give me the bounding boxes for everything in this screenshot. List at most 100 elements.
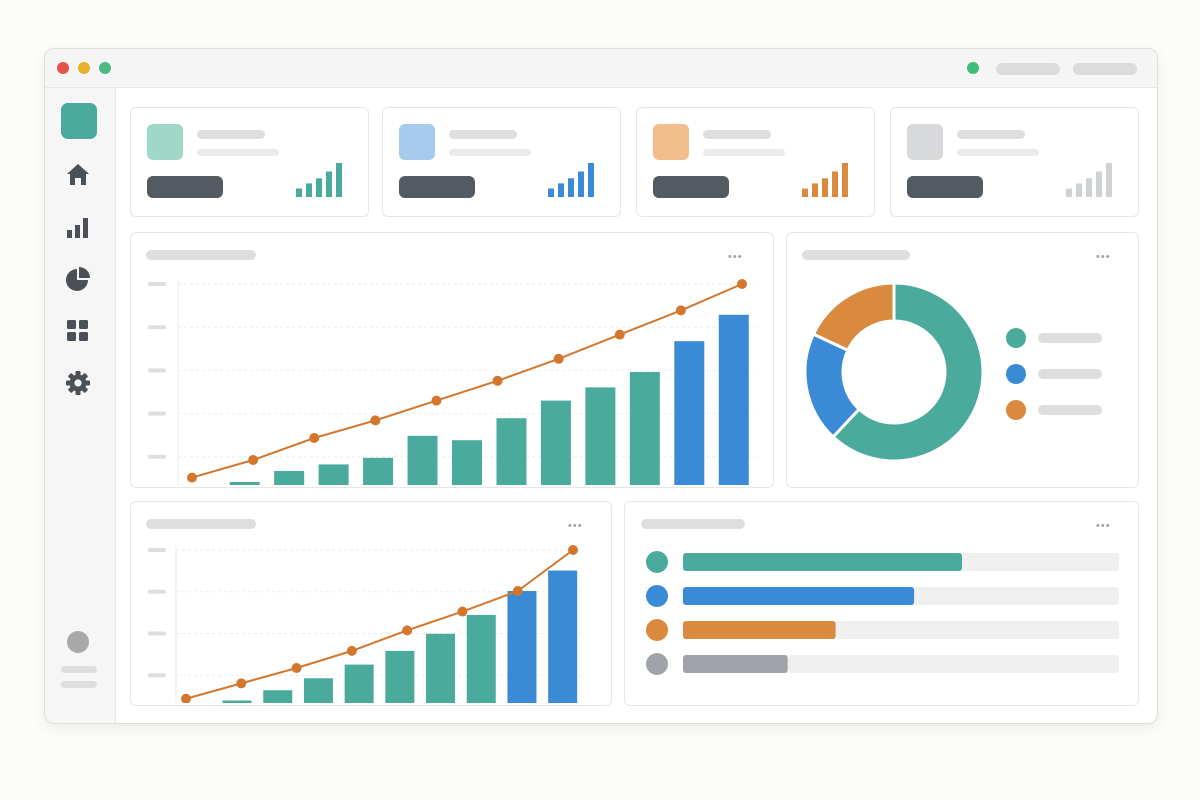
close-window-button[interactable] xyxy=(57,62,69,74)
main-chart-card: ••• xyxy=(130,232,774,488)
status-dot-icon xyxy=(967,62,979,74)
bar xyxy=(548,570,578,703)
donut-chart xyxy=(803,281,985,463)
bar xyxy=(718,314,749,485)
kpi-card[interactable] xyxy=(382,107,621,217)
bar xyxy=(629,372,660,485)
app-logo-icon[interactable] xyxy=(61,103,97,139)
bar-chart-icon[interactable] xyxy=(63,212,93,242)
sparkline-bar xyxy=(568,178,574,197)
y-tick-label-placeholder xyxy=(148,368,166,373)
home-icon[interactable] xyxy=(63,160,93,190)
y-tick-label-placeholder xyxy=(148,454,166,459)
legend-label-placeholder xyxy=(1038,369,1102,379)
y-tick-label-placeholder xyxy=(148,589,166,594)
progress-status-icon xyxy=(646,551,668,573)
combo-bar-line-chart xyxy=(148,279,756,485)
kpi-sparkline xyxy=(1066,163,1112,197)
donut-chart-card: ••• xyxy=(786,232,1139,488)
line-point xyxy=(614,329,625,340)
line-point xyxy=(248,455,259,465)
titlebar-placeholder-1[interactable] xyxy=(996,63,1060,75)
user-role-placeholder xyxy=(61,681,97,688)
maximize-window-button[interactable] xyxy=(99,62,111,74)
kpi-title-placeholder xyxy=(449,130,517,139)
minimize-window-button[interactable] xyxy=(78,62,90,74)
line-point xyxy=(291,662,302,673)
progress-status-icon xyxy=(646,619,668,641)
line-point xyxy=(457,606,468,617)
kpi-subtitle-placeholder xyxy=(197,149,279,156)
bar xyxy=(222,700,252,703)
bar xyxy=(507,591,537,703)
progress-fill xyxy=(683,655,788,673)
line-point xyxy=(181,693,191,703)
grid-icon[interactable] xyxy=(63,316,93,346)
line-point xyxy=(553,353,564,364)
sparkline-bar xyxy=(842,163,848,197)
y-tick-label-placeholder xyxy=(148,325,166,330)
progress-status-icon xyxy=(646,585,668,607)
legend-swatch-icon xyxy=(1006,328,1026,348)
sparkline-bar xyxy=(316,178,322,197)
user-name-placeholder xyxy=(61,666,97,673)
combo-bar-line-chart xyxy=(148,545,583,703)
progress-fill xyxy=(683,553,963,571)
y-tick-label-placeholder xyxy=(148,282,166,286)
line-point xyxy=(370,415,381,426)
user-avatar-icon[interactable] xyxy=(67,631,89,653)
kpi-sparkline xyxy=(802,163,848,197)
legend-swatch-icon xyxy=(1006,400,1026,420)
sparkline-bar xyxy=(1066,188,1072,197)
bar xyxy=(585,387,616,485)
secondary-chart-card: ••• xyxy=(130,501,612,706)
y-tick-label-placeholder xyxy=(148,631,166,636)
bar xyxy=(363,457,394,485)
kpi-card[interactable] xyxy=(130,107,369,217)
y-tick-label-placeholder xyxy=(148,411,166,416)
sidebar xyxy=(45,88,116,723)
line-point xyxy=(675,305,686,316)
title-bar xyxy=(45,49,1157,88)
line-point xyxy=(431,395,442,406)
kpi-subtitle-placeholder xyxy=(449,149,531,156)
kpi-icon xyxy=(907,124,943,160)
kpi-icon xyxy=(399,124,435,160)
line-point xyxy=(402,625,413,636)
kpi-subtitle-placeholder xyxy=(703,149,785,156)
sparkline-bar xyxy=(326,171,332,197)
progress-fill xyxy=(683,587,915,605)
progress-bar-list xyxy=(646,551,1119,675)
line-point xyxy=(492,375,503,386)
sparkline-bar xyxy=(1076,183,1082,197)
line-point xyxy=(236,678,247,689)
sparkline-bar xyxy=(306,183,312,197)
bar xyxy=(407,435,438,485)
bar xyxy=(318,464,349,485)
pie-chart-icon[interactable] xyxy=(63,264,93,294)
kpi-card[interactable] xyxy=(636,107,875,217)
gear-icon[interactable] xyxy=(63,368,93,398)
kpi-value-placeholder xyxy=(399,176,475,198)
kpi-title-placeholder xyxy=(957,130,1025,139)
sparkline-bar xyxy=(336,163,342,197)
sparkline-bar xyxy=(578,171,584,197)
progress-fill xyxy=(683,621,836,639)
progress-card: ••• xyxy=(624,501,1139,706)
y-tick-label-placeholder xyxy=(148,673,166,678)
kpi-title-placeholder xyxy=(703,130,771,139)
line-point xyxy=(187,472,197,483)
sparkline-bar xyxy=(588,163,594,197)
titlebar-placeholder-2[interactable] xyxy=(1073,63,1137,75)
kpi-value-placeholder xyxy=(653,176,729,198)
sparkline-bar xyxy=(548,188,554,197)
sparkline-bar xyxy=(296,188,302,197)
sparkline-bar xyxy=(812,183,818,197)
bar xyxy=(674,341,705,485)
kpi-card[interactable] xyxy=(890,107,1139,217)
bar xyxy=(426,633,456,703)
sparkline-bar xyxy=(558,183,564,197)
line-point xyxy=(568,545,578,555)
kpi-value-placeholder xyxy=(147,176,223,198)
sparkline-bar xyxy=(822,178,828,197)
